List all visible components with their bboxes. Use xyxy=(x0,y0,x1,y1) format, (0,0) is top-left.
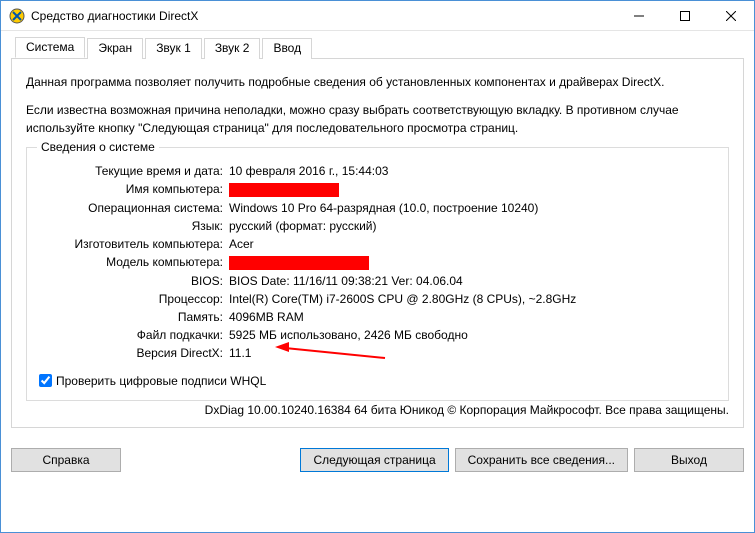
tabstrip: Система Экран Звук 1 Звук 2 Ввод xyxy=(11,37,744,59)
info-value xyxy=(229,253,716,272)
redacted-value xyxy=(229,183,339,197)
info-label: Версия DirectX: xyxy=(39,344,229,362)
info-label: Язык: xyxy=(39,217,229,235)
info-row: BIOS:BIOS Date: 11/16/11 09:38:21 Ver: 0… xyxy=(39,272,716,290)
info-value xyxy=(229,180,716,199)
info-row: Память:4096MB RAM xyxy=(39,308,716,326)
save-all-button[interactable]: Сохранить все сведения... xyxy=(455,448,628,472)
info-value: BIOS Date: 11/16/11 09:38:21 Ver: 04.06.… xyxy=(229,272,716,290)
help-button[interactable]: Справка xyxy=(11,448,121,472)
info-label: Память: xyxy=(39,308,229,326)
annotation-arrow-icon xyxy=(275,340,395,362)
tab-system[interactable]: Система xyxy=(15,37,85,58)
exit-button[interactable]: Выход xyxy=(634,448,744,472)
info-value: 4096MB RAM xyxy=(229,308,716,326)
dxdiag-icon xyxy=(9,8,25,24)
tab-sound1[interactable]: Звук 1 xyxy=(145,38,202,59)
info-label: Операционная система: xyxy=(39,199,229,217)
window-title: Средство диагностики DirectX xyxy=(31,9,616,23)
system-info-groupbox: Сведения о системе Текущие время и дата:… xyxy=(26,147,729,401)
info-value: 10 февраля 2016 г., 15:44:03 xyxy=(229,162,716,180)
info-label: BIOS: xyxy=(39,272,229,290)
info-label: Изготовитель компьютера: xyxy=(39,235,229,253)
maximize-button[interactable] xyxy=(662,1,708,31)
intro-p1: Данная программа позволяет получить подр… xyxy=(26,73,729,91)
tab-display[interactable]: Экран xyxy=(87,38,143,59)
info-row: Версия DirectX:11.1 xyxy=(39,344,716,362)
info-value: 11.1 xyxy=(229,344,716,362)
info-label: Модель компьютера: xyxy=(39,253,229,272)
tab-sound2[interactable]: Звук 2 xyxy=(204,38,261,59)
info-row: Файл подкачки:5925 МБ использовано, 2426… xyxy=(39,326,716,344)
info-label: Имя компьютера: xyxy=(39,180,229,199)
info-value: Intel(R) Core(TM) i7-2600S CPU @ 2.80GHz… xyxy=(229,290,716,308)
info-row: Процессор:Intel(R) Core(TM) i7-2600S CPU… xyxy=(39,290,716,308)
button-bar: Справка Следующая страница Сохранить все… xyxy=(1,438,754,482)
intro-p2: Если известна возможная причина неполадк… xyxy=(26,101,729,137)
info-value: русский (формат: русский) xyxy=(229,217,716,235)
next-page-button[interactable]: Следующая страница xyxy=(300,448,448,472)
info-value: Acer xyxy=(229,235,716,253)
tab-page-system: Данная программа позволяет получить подр… xyxy=(11,59,744,428)
info-row: Операционная система:Windows 10 Pro 64-р… xyxy=(39,199,716,217)
minimize-button[interactable] xyxy=(616,1,662,31)
status-text: DxDiag 10.00.10240.16384 64 бита Юникод … xyxy=(26,401,729,417)
info-row: Язык:русский (формат: русский) xyxy=(39,217,716,235)
info-label: Процессор: xyxy=(39,290,229,308)
info-row: Текущие время и дата:10 февраля 2016 г.,… xyxy=(39,162,716,180)
intro-text: Данная программа позволяет получить подр… xyxy=(26,73,729,137)
whql-checkbox[interactable] xyxy=(39,374,52,387)
redacted-value xyxy=(229,256,369,270)
titlebar: Средство диагностики DirectX xyxy=(1,1,754,31)
info-row: Имя компьютера: xyxy=(39,180,716,199)
info-label: Текущие время и дата: xyxy=(39,162,229,180)
info-value: 5925 МБ использовано, 2426 МБ свободно xyxy=(229,326,716,344)
window-controls xyxy=(616,1,754,30)
info-row: Изготовитель компьютера:Acer xyxy=(39,235,716,253)
whql-checkbox-row: Проверить цифровые подписи WHQL xyxy=(39,374,716,388)
info-label: Файл подкачки: xyxy=(39,326,229,344)
whql-label[interactable]: Проверить цифровые подписи WHQL xyxy=(56,374,266,388)
close-button[interactable] xyxy=(708,1,754,31)
groupbox-title: Сведения о системе xyxy=(37,140,159,154)
info-row: Модель компьютера: xyxy=(39,253,716,272)
info-table: Текущие время и дата:10 февраля 2016 г.,… xyxy=(39,162,716,362)
tab-input[interactable]: Ввод xyxy=(262,38,312,59)
info-value: Windows 10 Pro 64-разрядная (10.0, постр… xyxy=(229,199,716,217)
